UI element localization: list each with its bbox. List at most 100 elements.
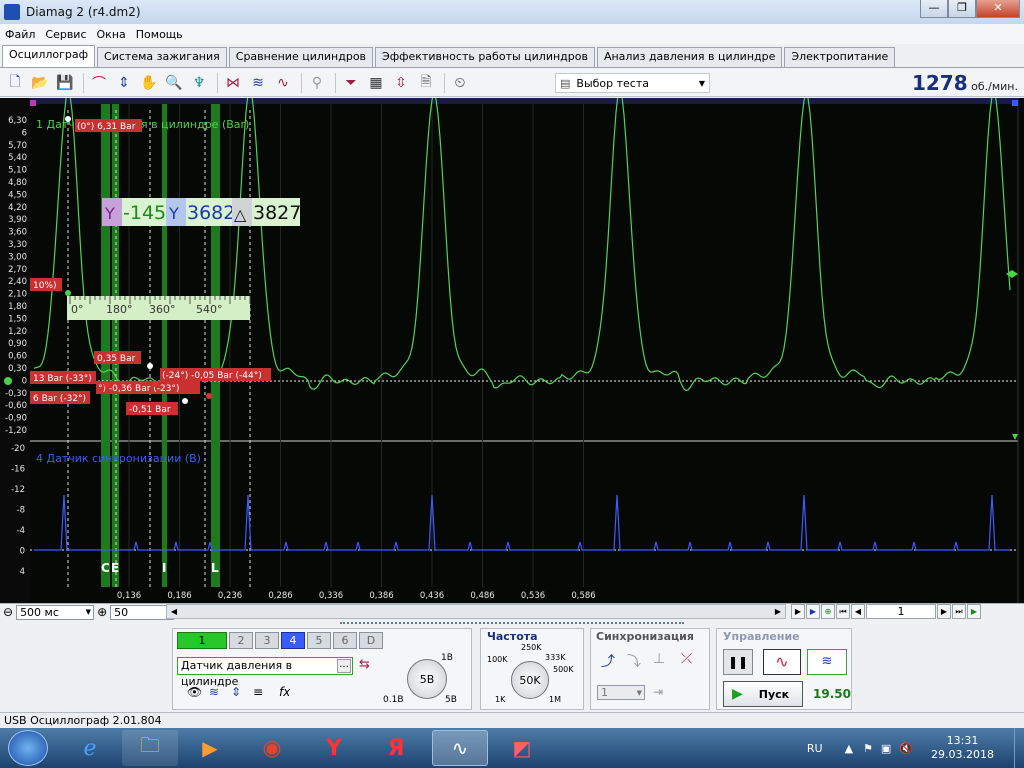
- language-indicator[interactable]: RU: [807, 742, 823, 755]
- auto-scale-icon[interactable]: ⚲: [306, 72, 328, 94]
- horizontal-scrollbar[interactable]: ◀ ▶: [166, 604, 786, 619]
- tab-oscilloscope[interactable]: Осциллограф: [2, 45, 96, 67]
- tray-expand-icon[interactable]: ▲: [845, 742, 853, 755]
- scroll-right-arrow[interactable]: ▶: [771, 605, 785, 618]
- panel-collapse-handle[interactable]: [340, 622, 684, 627]
- last-page-icon[interactable]: ⏭: [952, 604, 966, 619]
- timebase-select[interactable]: 500 мс: [16, 604, 95, 620]
- voltage-knob[interactable]: 5B: [407, 659, 447, 699]
- start-orb[interactable]: [8, 730, 48, 766]
- oscilloscope-view[interactable]: 6,30 6 5,70 5,40 5,10 4,80 4,50 4,20 3,90 3,60 3,3…: [0, 98, 1024, 603]
- zoom-out-icon[interactable]: ⊖: [3, 605, 13, 619]
- frequency-knob[interactable]: 50K: [511, 661, 549, 699]
- wave-stack-icon[interactable]: ≋: [247, 72, 269, 94]
- hand-pan-icon[interactable]: ✋: [138, 72, 160, 94]
- wave-overlay-icon[interactable]: ∿: [272, 72, 294, 94]
- minimize-button[interactable]: —: [920, 0, 948, 18]
- document-icon[interactable]: 🗎: [415, 72, 437, 94]
- tab-cylinder-efficiency[interactable]: Эффективность работы цилиндров: [375, 47, 595, 67]
- menu-windows[interactable]: Окна: [92, 28, 131, 41]
- channel-button-1[interactable]: 1: [177, 632, 227, 649]
- tab-ignition[interactable]: Система зажигания: [97, 47, 227, 67]
- menu-help[interactable]: Помощь: [131, 28, 188, 41]
- play-icon[interactable]: ▶: [806, 604, 820, 619]
- noise-mode-button[interactable]: ≋: [807, 649, 847, 675]
- step-forward-icon[interactable]: ▶: [791, 604, 805, 619]
- m1-point[interactable]: [147, 363, 153, 369]
- tray-flag-icon[interactable]: ⚑: [863, 742, 873, 755]
- sensor-select[interactable]: Датчик давления в цилиндре ...: [177, 657, 353, 688]
- vertical-cursor-icon[interactable]: ⇕: [113, 72, 135, 94]
- save-icon[interactable]: 💾: [54, 72, 76, 94]
- sync-arrows-icon[interactable]: ⇥: [653, 685, 663, 699]
- channel-button-2[interactable]: 2: [229, 632, 253, 649]
- next-page-icon[interactable]: ▶: [937, 604, 951, 619]
- zoom-select[interactable]: 50: [110, 604, 175, 620]
- sync-off-icon[interactable]: ⤫: [681, 651, 692, 667]
- filter-tree-icon[interactable]: ♆: [188, 72, 210, 94]
- tab-cylinder-compare[interactable]: Сравнение цилиндров: [228, 47, 374, 67]
- wave-filter-icon[interactable]: ≋: [209, 685, 219, 699]
- prev-page-icon[interactable]: ◀: [851, 604, 865, 619]
- open-folder-icon[interactable]: 📂: [29, 72, 51, 94]
- function-icon[interactable]: fx: [279, 685, 290, 699]
- sensor-more-button[interactable]: ...: [337, 659, 351, 673]
- invert-icon[interactable]: ⇕: [231, 685, 241, 699]
- menu-file[interactable]: Файл: [0, 28, 40, 41]
- eye-icon[interactable]: 👁: [187, 685, 202, 699]
- yandex-icon[interactable]: Я: [368, 730, 424, 766]
- red-app-icon[interactable]: ◩: [494, 730, 550, 766]
- start-button[interactable]: ▶ Пуск: [723, 681, 803, 707]
- clock[interactable]: 13:31 29.03.2018: [931, 734, 994, 762]
- wave-compress-icon[interactable]: ⋈: [222, 72, 244, 94]
- chrome-icon[interactable]: ◉: [244, 730, 300, 766]
- tab-power[interactable]: Электропитание: [784, 47, 896, 67]
- filter-icon[interactable]: ⏷: [340, 72, 362, 94]
- new-file-icon[interactable]: 🗋: [4, 72, 26, 94]
- channel1-offset-marker[interactable]: [4, 377, 12, 385]
- oscilloscope-svg[interactable]: 6,30 6 5,70 5,40 5,10 4,80 4,50 4,20 3,90 3,60 3,3…: [0, 98, 1024, 603]
- show-desktop-button[interactable]: [1014, 728, 1024, 768]
- sync-channel-select[interactable]: 1: [597, 685, 645, 700]
- scroll-left-arrow[interactable]: ◀: [167, 605, 181, 618]
- lines-icon[interactable]: ≡: [253, 685, 263, 699]
- add-marker-icon[interactable]: ⊕: [821, 604, 835, 619]
- split-icon[interactable]: ⇳: [390, 72, 412, 94]
- run-icon[interactable]: ▶: [967, 604, 981, 619]
- m6-point[interactable]: [182, 398, 188, 404]
- m3-point[interactable]: [104, 382, 110, 388]
- auto-gauge-icon[interactable]: ⏲: [449, 72, 471, 94]
- channel-button-3[interactable]: 3: [255, 632, 279, 649]
- rising-edge-icon[interactable]: ⤴: [601, 651, 615, 671]
- ie-icon[interactable]: ℯ: [62, 730, 118, 766]
- diamag-app-icon[interactable]: ∿: [432, 730, 488, 766]
- sensor-settings-icon[interactable]: ⇆: [359, 657, 370, 672]
- channel-button-4[interactable]: 4: [281, 632, 305, 649]
- first-page-icon[interactable]: ⏮: [836, 604, 850, 619]
- m3b-point[interactable]: [152, 381, 158, 387]
- pulse-sync-icon[interactable]: ⊥: [653, 651, 665, 667]
- pause-button[interactable]: ❚❚: [723, 649, 753, 675]
- explorer-icon[interactable]: 🗀: [122, 730, 178, 766]
- falling-edge-icon[interactable]: ⤵: [627, 651, 641, 671]
- yandex-browser-icon[interactable]: Y: [306, 730, 362, 766]
- media-player-icon[interactable]: ▶: [182, 730, 238, 766]
- maximize-button[interactable]: ❐: [948, 0, 976, 18]
- channel-button-5[interactable]: 5: [307, 632, 331, 649]
- close-button[interactable]: ✕: [976, 0, 1020, 18]
- menu-service[interactable]: Сервис: [40, 28, 91, 41]
- tab-pressure-analysis[interactable]: Анализ давления в цилиндре: [596, 47, 783, 67]
- zoom-in-icon[interactable]: ⊕: [97, 605, 107, 619]
- sine-mode-button[interactable]: ∿: [763, 649, 801, 675]
- m4-point[interactable]: [206, 393, 212, 399]
- cursor-arch-icon[interactable]: ⌒: [88, 72, 110, 94]
- zoom-icon[interactable]: 🔍: [163, 72, 185, 94]
- tray-monitor-icon[interactable]: ▣: [881, 742, 891, 755]
- page-number[interactable]: 1: [866, 604, 936, 619]
- grid-icon[interactable]: ▦: [365, 72, 387, 94]
- tray-volume-icon[interactable]: 🔇: [899, 742, 913, 755]
- channel-button-6[interactable]: 6: [333, 632, 357, 649]
- pct-point[interactable]: [65, 290, 71, 296]
- channel-button-d[interactable]: D: [359, 632, 383, 649]
- peak-point[interactable]: [65, 116, 71, 122]
